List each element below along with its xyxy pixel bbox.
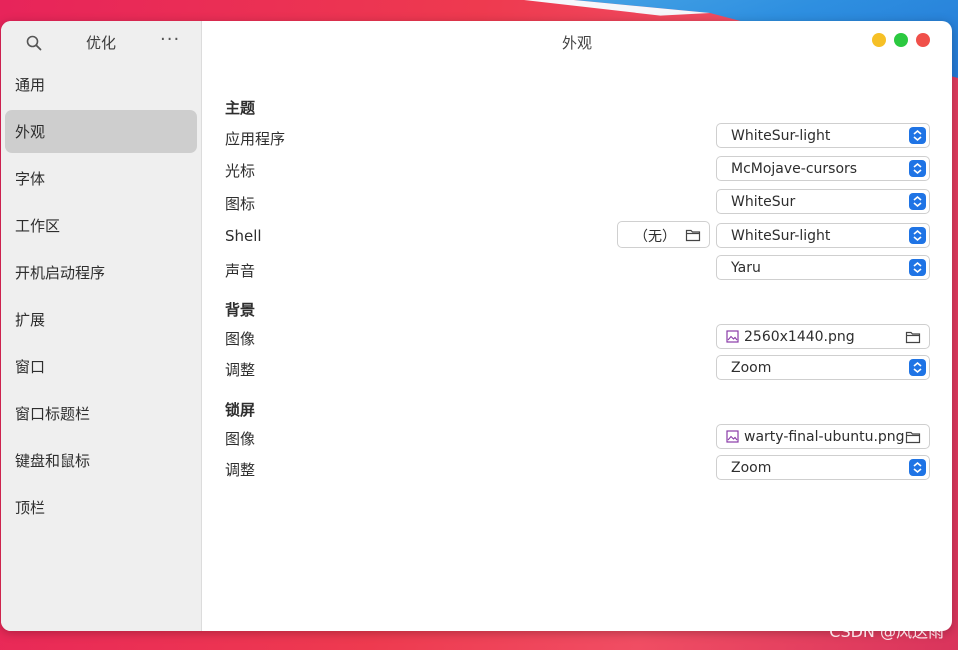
spin-arrows-icon [909, 160, 926, 177]
spin-arrows-icon [909, 193, 926, 210]
sound-label: 声音 [225, 262, 256, 280]
image-file-icon [726, 430, 739, 443]
sidebar-item-label: 外观 [15, 123, 46, 141]
more-icon[interactable]: ··· [160, 29, 180, 50]
file-button-value: （无） [634, 229, 676, 245]
sidebar-item-label: 开机启动程序 [15, 264, 106, 282]
lockscreen-image-label: 图像 [225, 430, 256, 448]
sidebar-header: 优化 ··· [1, 21, 201, 65]
sidebar-item-label: 字体 [15, 170, 46, 188]
combo-value: Zoom [731, 460, 772, 476]
file-button-value: warty-final-ubuntu.png [744, 429, 905, 445]
background-image-file-button[interactable]: 2560x1440.png [716, 324, 930, 349]
background-adjust-label: 调整 [225, 361, 256, 379]
spin-arrows-icon [909, 359, 926, 376]
cursor-label: 光标 [225, 162, 256, 180]
folder-icon [905, 431, 921, 444]
combo-value: McMojave-cursors [731, 161, 858, 177]
file-button-value: 2560x1440.png [744, 329, 855, 345]
sidebar-item-label: 键盘和鼠标 [15, 452, 91, 470]
sidebar-item-label: 窗口标题栏 [15, 405, 91, 423]
sidebar: 优化 ··· 通用 外观 字体 工作区 开机启动程序 扩展 窗口 窗口标题栏 键… [1, 21, 202, 631]
window-controls [872, 33, 930, 47]
background-adjust-combo[interactable]: Zoom [716, 355, 930, 380]
lockscreen-adjust-combo[interactable]: Zoom [716, 455, 930, 480]
section-title-background: 背景 [225, 301, 256, 319]
applications-theme-combo[interactable]: WhiteSur-light [716, 123, 930, 148]
sidebar-item-top-bar[interactable]: 顶栏 [5, 486, 197, 529]
page-title: 外观 [561, 34, 592, 52]
sidebar-item-window-titlebars[interactable]: 窗口标题栏 [5, 392, 197, 435]
sidebar-item-workspaces[interactable]: 工作区 [5, 204, 197, 247]
icons-label: 图标 [225, 195, 256, 213]
combo-value: WhiteSur-light [731, 128, 831, 144]
sidebar-item-fonts[interactable]: 字体 [5, 157, 197, 200]
section-title-themes: 主题 [225, 99, 256, 117]
sidebar-item-extensions[interactable]: 扩展 [5, 298, 197, 341]
combo-value: Zoom [731, 360, 772, 376]
sidebar-item-label: 窗口 [15, 358, 46, 376]
sidebar-item-general[interactable]: 通用 [5, 63, 197, 106]
combo-value: WhiteSur [731, 194, 796, 210]
spin-arrows-icon [909, 227, 926, 244]
watermark: CSDN @风送雨 [829, 622, 944, 641]
folder-icon [905, 331, 921, 344]
nav-list: 通用 外观 字体 工作区 开机启动程序 扩展 窗口 窗口标题栏 键盘和鼠标 顶栏 [5, 63, 197, 533]
lockscreen-image-file-button[interactable]: warty-final-ubuntu.png [716, 424, 930, 449]
main-panel: 外观 主题 应用程序 WhiteSur-light 光标 McMojave-cu… [202, 21, 952, 631]
combo-value: Yaru [731, 260, 761, 276]
combo-value: WhiteSur-light [731, 228, 831, 244]
minimize-button[interactable] [872, 33, 886, 47]
spin-arrows-icon [909, 127, 926, 144]
sound-theme-combo[interactable]: Yaru [716, 255, 930, 280]
lockscreen-adjust-label: 调整 [225, 461, 256, 479]
spin-arrows-icon [909, 259, 926, 276]
sidebar-item-startup-apps[interactable]: 开机启动程序 [5, 251, 197, 294]
sidebar-item-appearance[interactable]: 外观 [5, 110, 197, 153]
cursor-theme-combo[interactable]: McMojave-cursors [716, 156, 930, 181]
spin-arrows-icon [909, 459, 926, 476]
shell-theme-file-button[interactable]: （无） [617, 221, 710, 248]
background-image-label: 图像 [225, 330, 256, 348]
folder-icon [685, 229, 701, 242]
sidebar-item-windows[interactable]: 窗口 [5, 345, 197, 388]
icons-theme-combo[interactable]: WhiteSur [716, 189, 930, 214]
sidebar-item-label: 顶栏 [15, 499, 46, 517]
tweaks-window: 优化 ··· 通用 外观 字体 工作区 开机启动程序 扩展 窗口 窗口标题栏 键… [1, 21, 952, 631]
sidebar-item-keyboard-mouse[interactable]: 键盘和鼠标 [5, 439, 197, 482]
sidebar-item-label: 扩展 [15, 311, 46, 329]
close-button[interactable] [916, 33, 930, 47]
image-file-icon [726, 330, 739, 343]
shell-theme-combo[interactable]: WhiteSur-light [716, 223, 930, 248]
maximize-button[interactable] [894, 33, 908, 47]
shell-label: Shell [225, 227, 262, 245]
section-title-lockscreen: 锁屏 [225, 401, 256, 419]
sidebar-item-label: 通用 [15, 76, 46, 94]
sidebar-item-label: 工作区 [15, 217, 61, 235]
applications-label: 应用程序 [225, 130, 286, 148]
